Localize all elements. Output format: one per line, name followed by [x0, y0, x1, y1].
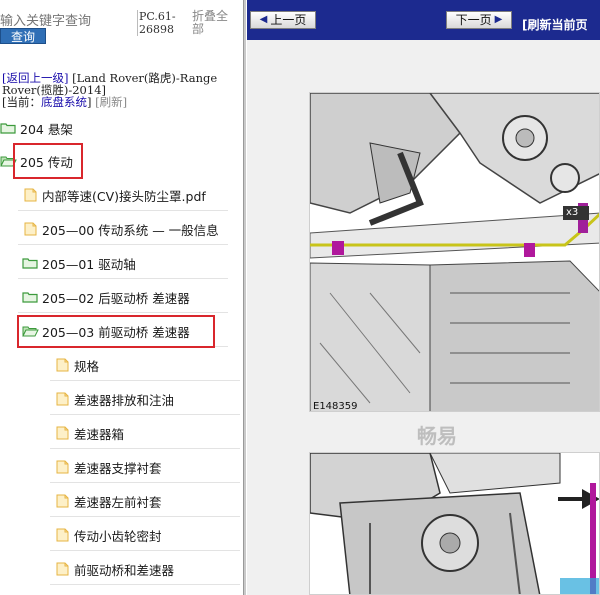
- watermark: 畅易: [417, 424, 457, 448]
- tree-separator: [50, 584, 240, 585]
- diagram-figure-2: [309, 452, 600, 595]
- document-icon: [56, 392, 69, 406]
- collapse-all-link[interactable]: 折叠全部: [192, 10, 238, 36]
- tree-item-label: 205—01 驱动轴: [42, 256, 136, 272]
- tree-item-label: 差速器支撑衬套: [74, 460, 162, 476]
- tree-item-label: 差速器箱: [74, 426, 125, 442]
- tree-separator: [50, 516, 240, 517]
- tree-item[interactable]: 204 悬架: [0, 115, 73, 141]
- tree-item[interactable]: 差速器箱: [54, 420, 124, 446]
- tree-separator: [50, 448, 240, 449]
- callout-label: x3: [566, 207, 579, 218]
- prev-page-label: 上一页: [270, 13, 307, 27]
- tree-item-label: 205—00 传动系统 — 一般信息: [42, 222, 219, 238]
- current-prefix: [当前：: [2, 95, 41, 109]
- current-section-link[interactable]: 底盘系统: [41, 95, 87, 109]
- tree-separator: [18, 210, 228, 211]
- tree-item-label: 差速器排放和注油: [74, 392, 175, 408]
- tree-item[interactable]: 205—00 传动系统 — 一般信息: [22, 216, 219, 242]
- document-icon: [24, 222, 37, 236]
- tree-item[interactable]: 205—01 驱动轴: [22, 250, 136, 276]
- document-icon: [56, 460, 69, 474]
- tree-item-label: 差速器左前衬套: [74, 494, 162, 510]
- document-viewer: ◀ 上一页 下一页 ▶ [刷新当前页 x3 E148359 畅易: [247, 0, 600, 595]
- tree-separator: [50, 482, 240, 483]
- tree-item[interactable]: 规格: [54, 352, 99, 378]
- tree-item-label: 传动小齿轮密封: [74, 528, 162, 544]
- tree-item-label: 内部等速(CV)接头防尘罩.pdf: [42, 188, 206, 204]
- tree-item-label: 205—02 后驱动桥 差速器: [42, 290, 190, 306]
- refresh-link[interactable]: [刷新]: [95, 95, 127, 109]
- search-button[interactable]: 查询: [0, 28, 46, 44]
- arrow-right-icon: ▶: [494, 14, 503, 25]
- viewer-toolbar: ◀ 上一页 下一页 ▶ [刷新当前页: [247, 0, 600, 40]
- pane-divider[interactable]: [243, 0, 246, 595]
- document-icon: [56, 528, 69, 542]
- refresh-page-link[interactable]: [刷新当前页: [522, 16, 588, 33]
- tree-separator: [50, 380, 240, 381]
- prev-page-button[interactable]: ◀ 上一页: [250, 11, 316, 29]
- folder-icon: [22, 258, 38, 269]
- arrow-left-icon: ◀: [259, 14, 268, 25]
- tree-item[interactable]: 差速器排放和注油: [54, 386, 174, 412]
- folder-icon: [22, 292, 38, 303]
- next-page-label: 下一页: [455, 13, 492, 27]
- tree-separator: [50, 550, 240, 551]
- pc-code: PC.61-26898: [137, 10, 185, 36]
- tree-item[interactable]: 差速器支撑衬套: [54, 454, 162, 480]
- tree-item-label: 前驱动桥和差速器: [74, 562, 175, 578]
- document-icon: [56, 358, 69, 372]
- tree-item[interactable]: 传动小齿轮密封: [54, 522, 162, 548]
- highlight-box: [13, 143, 83, 179]
- tree-separator: [50, 414, 240, 415]
- document-icon: [56, 562, 69, 576]
- current-suffix: ]: [87, 95, 92, 109]
- figure-1-label: E148359: [313, 401, 358, 412]
- highlight-box: [17, 315, 215, 348]
- document-icon: [56, 494, 69, 508]
- navigation-pane: 查询 PC.61-26898 折叠全部 [返回上一级] [Land Rover(…: [0, 0, 243, 595]
- tree-separator: [18, 278, 228, 279]
- next-page-button[interactable]: 下一页 ▶: [446, 11, 512, 29]
- diagram-2-drawing: [310, 453, 599, 594]
- breadcrumb: [返回上一级] [Land Rover(路虎)-Range Rover(揽胜)-…: [2, 72, 240, 108]
- tree-item[interactable]: 205—02 后驱动桥 差速器: [22, 284, 190, 310]
- tree-item[interactable]: 内部等速(CV)接头防尘罩.pdf: [22, 182, 206, 208]
- tree-separator: [18, 312, 228, 313]
- diagram-1-drawing: [310, 93, 599, 411]
- diagram-figure-1: x3 E148359: [309, 92, 600, 412]
- document-icon: [56, 426, 69, 440]
- tree-item-label: 规格: [74, 358, 100, 374]
- folder-icon: [0, 123, 16, 134]
- tree-item-label: 204 悬架: [20, 121, 73, 137]
- tree-item[interactable]: 前驱动桥和差速器: [54, 556, 174, 582]
- document-icon: [24, 188, 37, 202]
- tree-item[interactable]: 差速器左前衬套: [54, 488, 162, 514]
- tree-separator: [18, 244, 228, 245]
